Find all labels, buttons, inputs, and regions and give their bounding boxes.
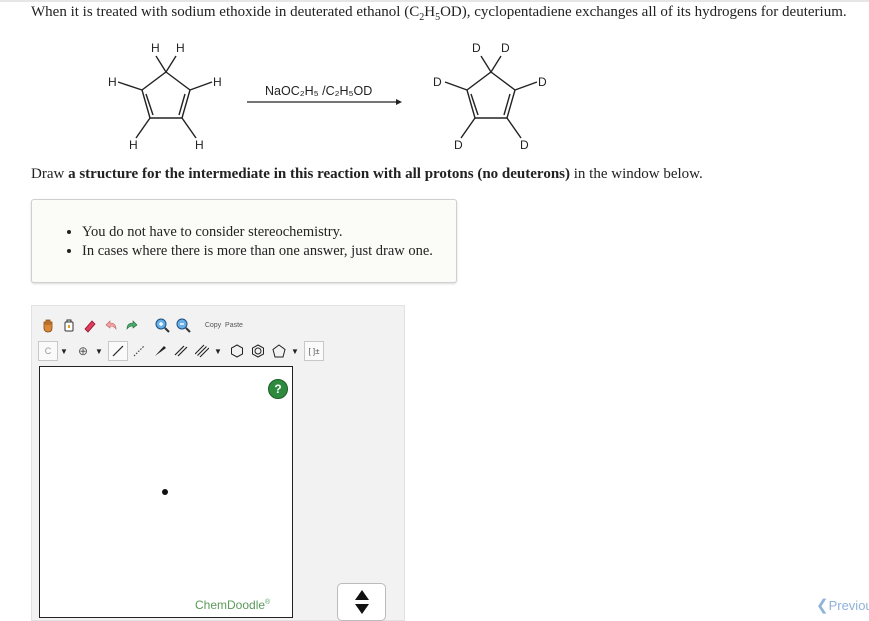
double-bond-icon[interactable]	[171, 341, 191, 361]
chemdoodle-brand: ChemDoodle®	[195, 598, 271, 612]
chevron-down-icon[interactable]: ▼	[213, 341, 223, 361]
product-structure	[444, 55, 538, 139]
chevron-left-icon: ❮	[816, 597, 829, 614]
top-divider	[0, 0, 869, 2]
atom-label: D	[538, 75, 547, 89]
previous-link[interactable]: ❮Previous	[816, 596, 869, 614]
atom-label: D	[433, 75, 442, 89]
chevron-down-icon[interactable]: ▼	[59, 341, 69, 361]
scroll-down-icon[interactable]	[355, 604, 369, 614]
atom-label: H	[213, 75, 222, 89]
chevron-down-icon[interactable]: ▼	[94, 341, 104, 361]
hints-box: You do not have to consider stereochemis…	[31, 199, 457, 283]
reactant-structure	[117, 55, 213, 139]
wedge-bond-icon[interactable]	[150, 341, 170, 361]
atom-label: H	[108, 75, 117, 89]
atom-label: D	[472, 41, 481, 55]
scroll-control[interactable]	[337, 583, 386, 621]
zoom-out-icon[interactable]	[173, 315, 193, 335]
atom-label: D	[520, 138, 529, 152]
element-selector[interactable]: C	[38, 341, 58, 361]
reagent-label: NaOC₂H₅ /C₂H₅OD	[265, 84, 372, 98]
drawing-canvas[interactable]: ? ChemDoodle®	[39, 366, 293, 618]
undo-icon[interactable]	[101, 315, 121, 335]
benzene-icon[interactable]	[248, 341, 268, 361]
paste-button[interactable]: Paste	[224, 315, 244, 335]
copy-button[interactable]: Copy	[203, 315, 223, 335]
atom-label: H	[151, 41, 160, 55]
single-bond-icon[interactable]	[108, 341, 128, 361]
canvas-dot	[162, 489, 168, 495]
reaction-scheme: H H H H H H NaOC₂H₅ /C₂H₅OD D D D D D D	[108, 41, 547, 152]
triple-bond-icon[interactable]	[192, 341, 212, 361]
eraser-icon[interactable]	[80, 315, 100, 335]
charge-plus-icon[interactable]: ⊕	[73, 341, 93, 361]
cyclohexane-icon[interactable]	[227, 341, 247, 361]
chevron-down-icon[interactable]: ▼	[290, 341, 300, 361]
hint-item: In cases where there is more than one an…	[82, 243, 433, 260]
atom-label: D	[454, 138, 463, 152]
help-icon[interactable]: ?	[268, 379, 288, 399]
zoom-in-icon[interactable]	[152, 315, 172, 335]
toolbar-bottom: C ▼ ⊕ ▼ ▼ ▼ [ ]±	[38, 340, 325, 362]
hand-pan-icon[interactable]	[38, 315, 58, 335]
instruction-text: Draw a structure for the intermediate in…	[31, 166, 703, 182]
bracket-charge-button[interactable]: [ ]±	[304, 341, 324, 361]
cyclopentane-icon[interactable]	[269, 341, 289, 361]
hint-item: You do not have to consider stereochemis…	[82, 224, 433, 241]
chemdoodle-editor: Copy Paste C ▼ ⊕ ▼ ▼ ▼ []± ? ChemDoodle…	[31, 305, 405, 621]
atom-label: H	[195, 138, 204, 152]
lasso-icon[interactable]	[59, 315, 79, 335]
atom-label: D	[501, 41, 510, 55]
arrow-head	[396, 99, 402, 105]
redo-icon[interactable]	[122, 315, 142, 335]
scroll-up-icon[interactable]	[355, 590, 369, 600]
question-intro: When it is treated with sodium ethoxide …	[31, 4, 847, 23]
atom-label: H	[176, 41, 185, 55]
dashed-bond-icon[interactable]	[129, 341, 149, 361]
toolbar-top: Copy Paste	[38, 314, 245, 336]
atom-label: H	[129, 138, 138, 152]
